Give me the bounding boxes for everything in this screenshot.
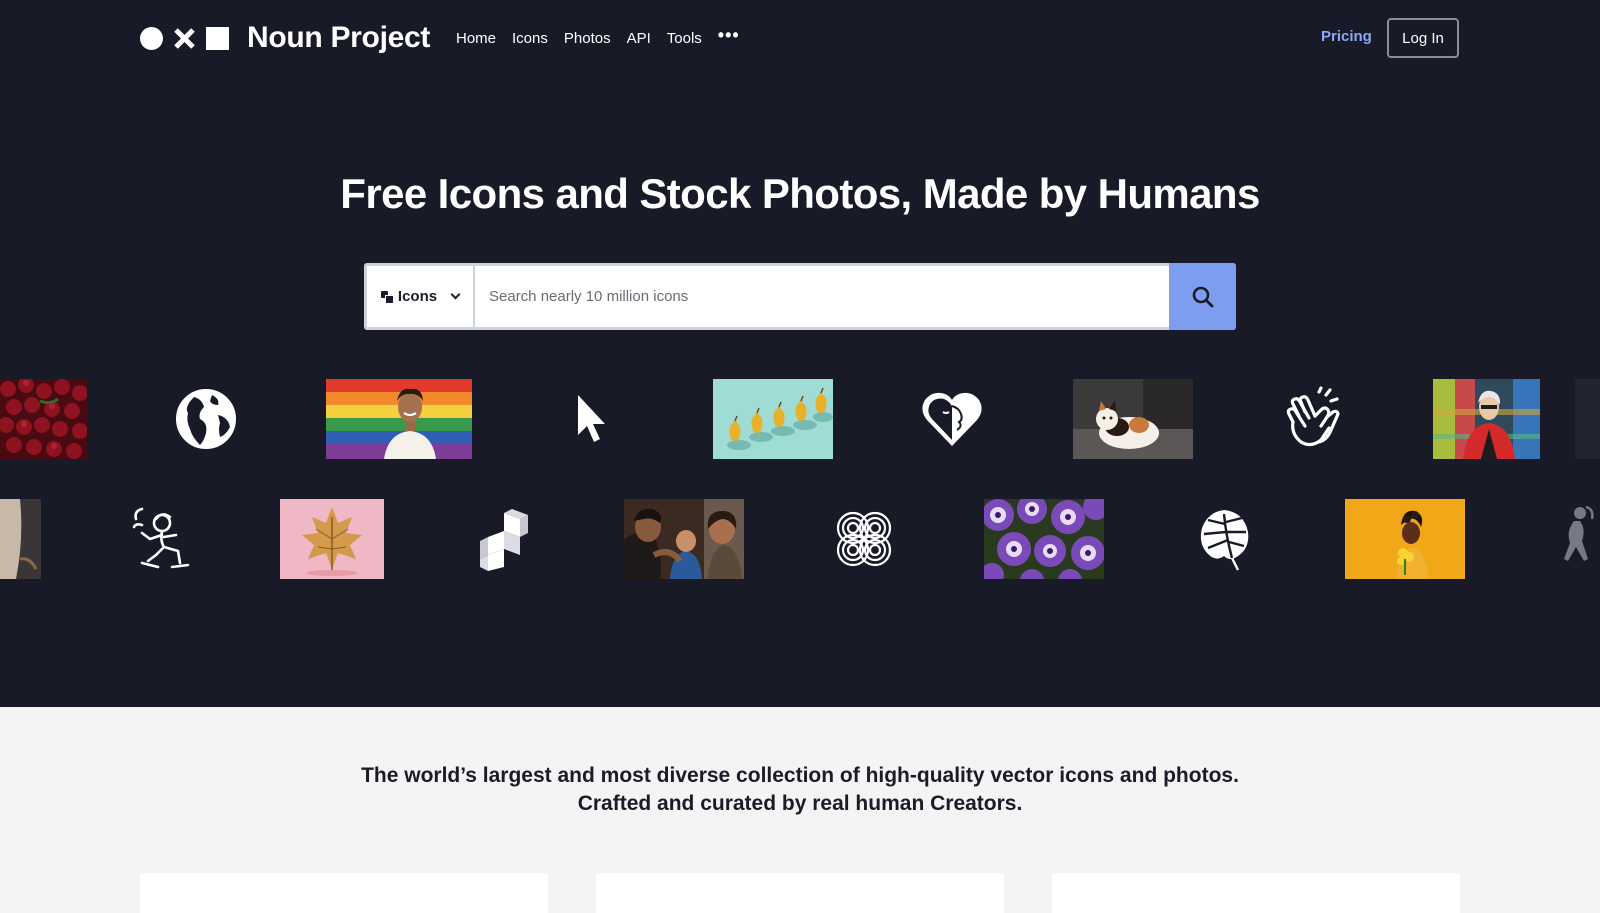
search-bar: Icons xyxy=(364,263,1236,330)
skateboarder-icon[interactable] xyxy=(126,499,198,579)
nav-icons[interactable]: Icons xyxy=(512,30,548,47)
blocks-icon[interactable] xyxy=(468,499,540,579)
feature-card-2[interactable] xyxy=(596,873,1004,913)
icons-type-icon xyxy=(380,290,394,304)
search-type-label: Icons xyxy=(397,288,438,305)
tagline-line-2: Crafted and curated by real human Creato… xyxy=(577,792,1023,815)
clapping-hands-icon[interactable] xyxy=(1276,379,1348,459)
nav-photos[interactable]: Photos xyxy=(564,30,611,47)
yellow-portrait-photo[interactable] xyxy=(1345,499,1465,579)
logo[interactable]: Noun Project xyxy=(140,21,430,54)
more-menu-icon[interactable]: ••• xyxy=(718,26,740,48)
search-button[interactable] xyxy=(1169,263,1236,330)
logo-x-icon xyxy=(174,27,195,49)
logo-square xyxy=(206,26,229,50)
family-baby-photo[interactable] xyxy=(624,499,744,579)
search-input[interactable] xyxy=(475,266,1169,327)
red-jacket-portrait-photo[interactable] xyxy=(1433,379,1540,459)
main-nav: Home Icons Photos API Tools ••• xyxy=(456,26,740,48)
cursor-icon[interactable] xyxy=(560,379,620,459)
search-type-dropdown[interactable]: Icons xyxy=(367,266,475,327)
logo-circle xyxy=(140,26,163,50)
tagline-line-1: The world’s largest and most diverse col… xyxy=(361,764,1239,787)
dancer-icon-partial[interactable] xyxy=(1550,499,1600,579)
monstera-leaf-icon[interactable] xyxy=(1188,499,1260,579)
person-photo-partial[interactable] xyxy=(0,499,41,579)
nav-tools[interactable]: Tools xyxy=(667,30,702,47)
pride-portrait-photo[interactable] xyxy=(326,379,472,459)
petunias-photo[interactable] xyxy=(984,499,1104,579)
pricing-link[interactable]: Pricing xyxy=(1321,28,1372,45)
partial-tile-right[interactable] xyxy=(1575,379,1600,459)
page-title: Free Icons and Stock Photos, Made by Hum… xyxy=(340,170,1260,217)
nav-home[interactable]: Home xyxy=(456,30,496,47)
tagline: The world’s largest and most diverse col… xyxy=(0,762,1600,818)
cherries-photo[interactable] xyxy=(0,379,87,459)
feature-card-3[interactable] xyxy=(1052,873,1460,913)
hero-section: Noun Project Home Icons Photos API Tools… xyxy=(0,0,1600,707)
knot-pattern-icon[interactable] xyxy=(828,499,900,579)
globe-icon[interactable] xyxy=(170,379,242,459)
calico-cat-photo[interactable] xyxy=(1073,379,1193,459)
login-button[interactable]: Log In xyxy=(1387,18,1459,58)
heart-face-icon[interactable] xyxy=(916,379,988,459)
search-icon xyxy=(1192,286,1213,307)
feature-card-1[interactable] xyxy=(140,873,548,913)
chevron-down-icon xyxy=(450,289,461,300)
pears-photo[interactable] xyxy=(713,379,833,459)
nav-api[interactable]: API xyxy=(627,30,651,47)
brand-name[interactable]: Noun Project xyxy=(247,21,430,55)
maple-leaf-photo[interactable] xyxy=(280,499,384,579)
